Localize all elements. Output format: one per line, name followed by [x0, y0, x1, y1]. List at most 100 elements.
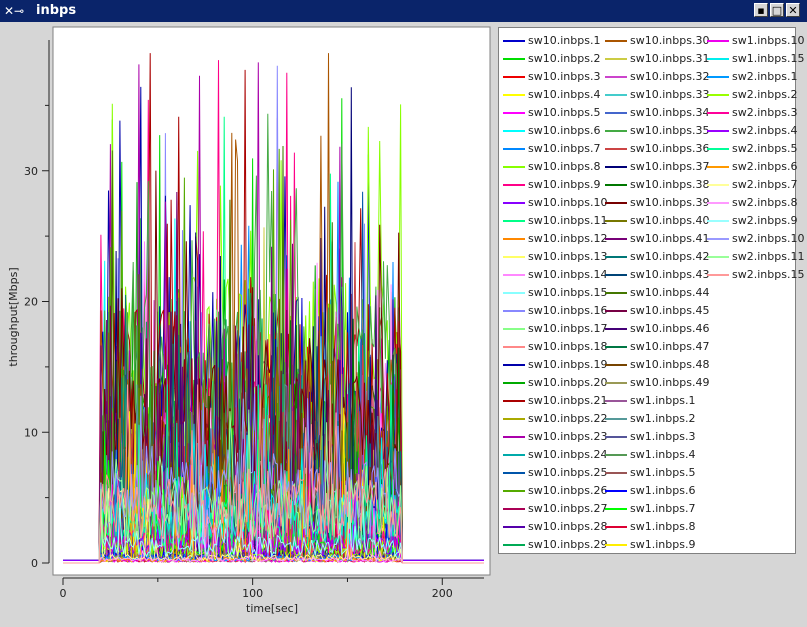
maximize-button[interactable]: □	[770, 3, 784, 17]
legend-swatch	[605, 400, 627, 402]
legend-label: sw10.inbps.21	[528, 394, 608, 407]
legend-label: sw10.inbps.42	[630, 250, 710, 263]
legend-swatch	[503, 148, 525, 150]
legend-swatch	[503, 508, 525, 510]
maximize-icon: □	[771, 4, 783, 17]
legend-swatch	[503, 76, 525, 78]
legend-swatch	[605, 58, 627, 60]
legend-label: sw10.inbps.6	[528, 124, 601, 137]
legend-label: sw1.inbps.9	[630, 538, 696, 551]
legend-swatch	[605, 508, 627, 510]
legend-swatch	[503, 346, 525, 348]
legend-swatch	[707, 40, 729, 42]
legend-swatch	[605, 418, 627, 420]
legend-swatch	[503, 58, 525, 60]
legend-swatch	[605, 94, 627, 96]
legend-swatch	[605, 220, 627, 222]
legend-label: sw10.inbps.30	[630, 34, 710, 47]
legend-label: sw10.inbps.11	[528, 214, 608, 227]
minimize-button[interactable]: ▪	[754, 3, 768, 17]
legend-swatch	[605, 202, 627, 204]
legend-swatch	[707, 94, 729, 96]
legend-swatch	[707, 256, 729, 258]
legend-swatch	[605, 364, 627, 366]
legend-label: sw10.inbps.27	[528, 502, 608, 515]
legend-swatch	[605, 76, 627, 78]
legend-label: sw10.inbps.17	[528, 322, 608, 335]
legend-label: sw1.inbps.5	[630, 466, 696, 479]
legend-swatch	[503, 526, 525, 528]
legend-swatch	[503, 418, 525, 420]
legend-swatch	[503, 310, 525, 312]
legend-label: sw2.inbps.1	[732, 70, 798, 83]
legend-swatch	[605, 382, 627, 384]
legend-label: sw10.inbps.29	[528, 538, 608, 551]
y-axis-label: throughput[Mbps]	[7, 267, 20, 366]
legend-label: sw10.inbps.9	[528, 178, 601, 191]
legend-label: sw2.inbps.4	[732, 124, 798, 137]
window-titlebar[interactable]: ✕⊸ inbps ▪ □ ✕	[0, 0, 807, 22]
legend-label: sw10.inbps.10	[528, 196, 608, 209]
legend-label: sw10.inbps.14	[528, 268, 608, 281]
legend-label: sw2.inbps.9	[732, 214, 798, 227]
legend-label: sw10.inbps.45	[630, 304, 710, 317]
legend-swatch	[503, 166, 525, 168]
legend-label: sw10.inbps.46	[630, 322, 710, 335]
legend-label: sw1.inbps.6	[630, 484, 696, 497]
legend-swatch	[605, 310, 627, 312]
legend-label: sw1.inbps.7	[630, 502, 696, 515]
legend-label: sw10.inbps.26	[528, 484, 608, 497]
legend-label: sw10.inbps.40	[630, 214, 710, 227]
legend-swatch	[503, 472, 525, 474]
legend-swatch	[605, 472, 627, 474]
legend-swatch	[605, 184, 627, 186]
legend-label: sw10.inbps.18	[528, 340, 608, 353]
legend-swatch	[707, 184, 729, 186]
legend-label: sw10.inbps.24	[528, 448, 608, 461]
legend-label: sw2.inbps.3	[732, 106, 798, 119]
legend-swatch	[707, 220, 729, 222]
legend-label: sw10.inbps.4	[528, 88, 601, 101]
legend-label: sw2.inbps.15	[732, 268, 805, 281]
legend-swatch	[707, 274, 729, 276]
y-tick-label: 20	[24, 296, 38, 309]
legend-label: sw10.inbps.39	[630, 196, 710, 209]
legend-label: sw1.inbps.10	[732, 34, 805, 47]
x-tick-label: 0	[60, 587, 67, 600]
chart-legend: sw10.inbps.1 sw10.inbps.2 sw10.inbps.3 sw10…	[498, 27, 804, 554]
close-button[interactable]: ✕	[786, 3, 800, 17]
legend-label: sw10.inbps.48	[630, 358, 710, 371]
legend-swatch	[503, 382, 525, 384]
legend-swatch	[605, 490, 627, 492]
legend-label: sw10.inbps.32	[630, 70, 710, 83]
legend-swatch	[605, 526, 627, 528]
legend-swatch	[503, 328, 525, 330]
legend-swatch	[503, 544, 525, 546]
legend-label: sw2.inbps.7	[732, 178, 798, 191]
legend-swatch	[605, 346, 627, 348]
legend-swatch	[707, 130, 729, 132]
legend-swatch	[503, 292, 525, 294]
legend-swatch	[605, 454, 627, 456]
legend-label: sw10.inbps.2	[528, 52, 601, 65]
legend-swatch	[503, 202, 525, 204]
legend-swatch	[605, 166, 627, 168]
legend-swatch	[707, 76, 729, 78]
x-window-icon[interactable]: ✕⊸	[4, 3, 34, 19]
legend-swatch	[605, 256, 627, 258]
legend-swatch	[707, 148, 729, 150]
legend-label: sw1.inbps.1	[630, 394, 696, 407]
legend-swatch	[503, 364, 525, 366]
close-icon: ✕	[788, 4, 798, 17]
legend-swatch	[503, 40, 525, 42]
legend-label: sw1.inbps.8	[630, 520, 696, 533]
x-tick-label: 200	[432, 587, 453, 600]
legend-swatch	[707, 112, 729, 114]
plot-frame: 0 100 200 0 10 20 30 time[sec] throughput[Mbps…	[0, 22, 497, 627]
legend-swatch	[503, 436, 525, 438]
minimize-icon: ▪	[757, 4, 765, 17]
legend-label: sw10.inbps.25	[528, 466, 608, 479]
legend-label: sw10.inbps.15	[528, 286, 608, 299]
legend-label: sw1.inbps.3	[630, 430, 696, 443]
legend-label: sw10.inbps.31	[630, 52, 710, 65]
